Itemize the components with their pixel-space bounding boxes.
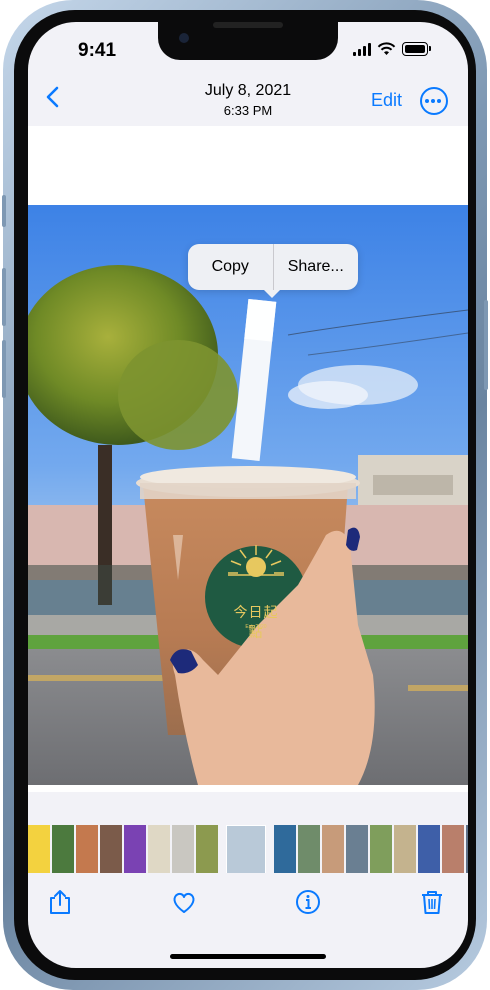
thumbnail[interactable] xyxy=(298,825,320,873)
thumbnail[interactable] xyxy=(172,825,194,873)
notch xyxy=(158,22,338,60)
battery-icon xyxy=(402,42,431,56)
heart-icon[interactable] xyxy=(170,888,198,916)
thumbnail[interactable] xyxy=(394,825,416,873)
action-button xyxy=(2,195,6,227)
cellular-signal-icon xyxy=(353,42,371,56)
status-time: 9:41 xyxy=(78,40,117,61)
home-indicator[interactable] xyxy=(170,954,326,959)
thumbnail[interactable] xyxy=(148,825,170,873)
thumbnail[interactable] xyxy=(346,825,368,873)
status-icons xyxy=(353,42,431,56)
side-button xyxy=(484,300,488,390)
bottom-toolbar xyxy=(28,878,468,928)
thumbnail[interactable] xyxy=(466,825,468,873)
thumbnail[interactable] xyxy=(52,825,74,873)
thumbnail[interactable] xyxy=(196,825,218,873)
thumbnail[interactable] xyxy=(442,825,464,873)
thumbnail[interactable] xyxy=(100,825,122,873)
thumbnail[interactable] xyxy=(124,825,146,873)
edit-button[interactable]: Edit xyxy=(371,90,402,111)
volume-down-button xyxy=(2,340,6,398)
thumbnail[interactable] xyxy=(28,825,50,873)
ellipsis-circle-icon[interactable] xyxy=(420,87,448,115)
share-menu-button[interactable]: Share... xyxy=(274,244,359,290)
thumbnail-strip[interactable] xyxy=(28,825,468,873)
photo-time: 6:33 PM xyxy=(223,103,273,118)
thumbnail[interactable] xyxy=(322,825,344,873)
sticker-est: Est. 2020 xyxy=(245,624,267,630)
trash-icon[interactable] xyxy=(418,888,446,916)
thumbnail[interactable] xyxy=(370,825,392,873)
thumbnail[interactable] xyxy=(274,825,296,873)
photo-date: July 8, 2021 xyxy=(204,82,292,99)
screen: 9:41 July 8, 2021 6:33 PM Edit 今日起點 Est.… xyxy=(28,22,468,968)
share-icon[interactable] xyxy=(46,888,74,916)
copy-button[interactable]: Copy xyxy=(188,244,273,290)
thumbnail[interactable] xyxy=(76,825,98,873)
thumbnail[interactable] xyxy=(418,825,440,873)
volume-up-button xyxy=(2,268,6,326)
wifi-icon xyxy=(377,42,396,55)
photo[interactable] xyxy=(28,205,468,785)
thumbnail-selected[interactable] xyxy=(226,825,266,873)
sticker-text: 今日起點 xyxy=(233,605,279,641)
context-menu: Copy Share... xyxy=(188,244,359,298)
info-circle-icon[interactable] xyxy=(294,888,322,916)
